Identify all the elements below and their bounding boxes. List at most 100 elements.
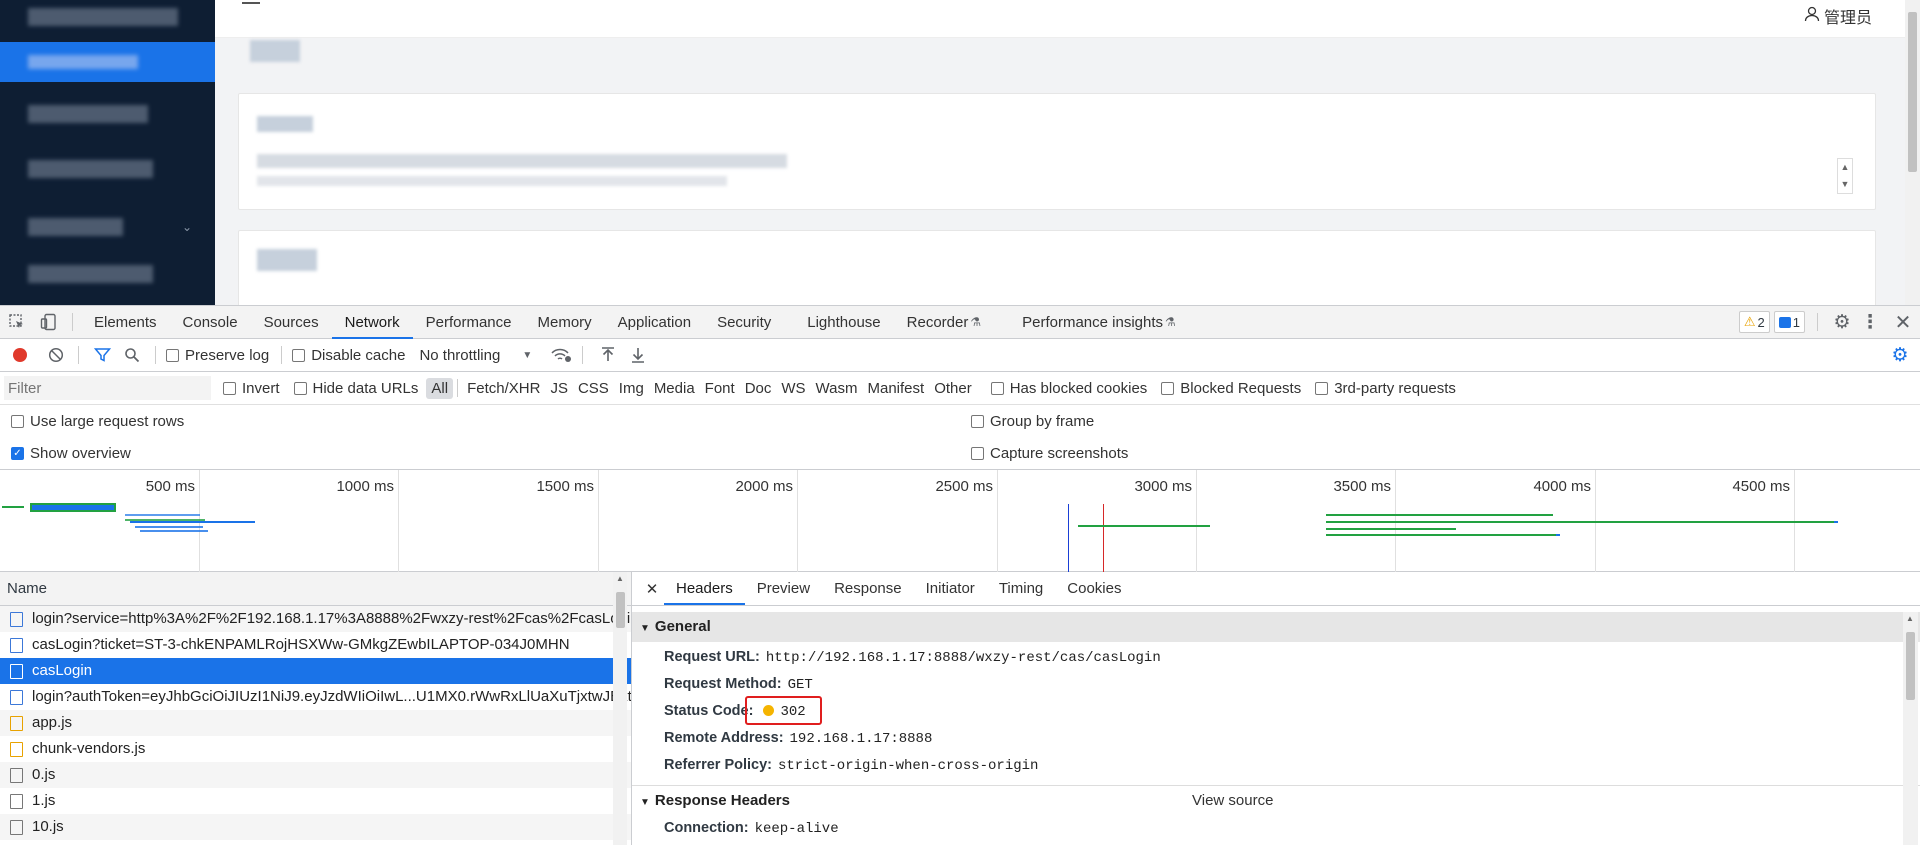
tab-performance[interactable]: Performance xyxy=(413,306,525,339)
blurred-tab[interactable] xyxy=(250,40,300,62)
request-row[interactable]: casLogin xyxy=(0,658,631,684)
tab-console[interactable]: Console xyxy=(170,306,251,339)
filter-type-font[interactable]: Font xyxy=(700,378,740,399)
request-row[interactable]: chunk-vendors.js xyxy=(0,736,631,762)
tab-initiator[interactable]: Initiator xyxy=(914,572,987,605)
checkbox-box[interactable] xyxy=(292,348,306,362)
messages-badge[interactable]: 1 xyxy=(1773,311,1805,333)
tab-security[interactable]: Security xyxy=(704,306,784,339)
details-scrollbar-thumb[interactable] xyxy=(1906,632,1915,700)
preserve-log-checkbox[interactable]: Preserve log xyxy=(166,347,269,364)
search-icon[interactable] xyxy=(121,347,143,363)
import-har-icon[interactable] xyxy=(597,347,619,363)
checkbox-box[interactable] xyxy=(990,381,1004,395)
sidebar-blurred-item[interactable] xyxy=(28,160,153,178)
checkbox-box[interactable] xyxy=(971,415,984,428)
tab-sources[interactable]: Sources xyxy=(251,306,332,339)
filter-type-css[interactable]: CSS xyxy=(573,378,614,399)
warnings-badge[interactable]: ⚠ 2 xyxy=(1738,311,1770,333)
throttling-select[interactable]: No throttling xyxy=(419,347,500,364)
response-headers-section-header[interactable]: ▼ Response Headers View source xyxy=(632,785,1920,815)
checkbox-box[interactable] xyxy=(166,348,179,362)
tab-elements[interactable]: Elements xyxy=(81,306,170,339)
request-row[interactable]: casLogin?ticket=ST-3-chkENPAMLRojHSXWw-G… xyxy=(0,632,631,658)
menu-toggle-icon[interactable] xyxy=(242,2,260,4)
page-scrollbar-thumb[interactable] xyxy=(1908,12,1917,172)
view-source-link[interactable]: View source xyxy=(1192,786,1273,816)
request-row[interactable]: login?service=http%3A%2F%2F192.168.1.17%… xyxy=(0,606,631,632)
request-list-scrollbar[interactable]: ▲ xyxy=(613,572,627,845)
tab-recorder[interactable]: Recorder xyxy=(894,306,971,339)
blocked-requests-checkbox[interactable]: Blocked Requests xyxy=(1161,380,1301,397)
tab-response[interactable]: Response xyxy=(822,572,914,605)
filter-type-wasm[interactable]: Wasm xyxy=(811,378,863,399)
group-by-frame-checkbox[interactable]: Group by frame xyxy=(971,413,1094,430)
details-scrollbar[interactable]: ▲ xyxy=(1903,612,1918,845)
dropdown-arrow-icon[interactable]: ▼ xyxy=(522,350,532,361)
show-overview-checkbox[interactable]: ✓ Show overview xyxy=(11,445,131,462)
filter-icon[interactable] xyxy=(91,347,113,363)
checkbox-box[interactable] xyxy=(1161,381,1175,395)
record-icon[interactable] xyxy=(10,348,30,362)
scroll-up-arrow-icon[interactable]: ▲ xyxy=(616,574,624,583)
request-row[interactable]: app.js xyxy=(0,710,631,736)
sidebar-blurred-item[interactable] xyxy=(28,265,153,283)
sidebar-blurred-item[interactable] xyxy=(28,105,148,123)
settings-gear-icon[interactable]: ⚙ xyxy=(1830,311,1854,334)
filter-type-other[interactable]: Other xyxy=(929,378,977,399)
filter-type-manifest[interactable]: Manifest xyxy=(863,378,930,399)
tab-preview[interactable]: Preview xyxy=(745,572,822,605)
network-conditions-icon[interactable] xyxy=(550,347,572,363)
invert-checkbox[interactable]: Invert xyxy=(223,380,280,397)
request-row[interactable]: 0.js xyxy=(0,762,631,788)
sidebar-blurred-item[interactable] xyxy=(28,8,178,26)
filter-type-js[interactable]: JS xyxy=(545,378,573,399)
request-list-scrollbar-thumb[interactable] xyxy=(616,592,625,628)
tab-timing[interactable]: Timing xyxy=(987,572,1055,605)
checkbox-box[interactable] xyxy=(293,381,307,395)
network-settings-gear-icon[interactable]: ⚙ xyxy=(1880,344,1920,367)
checkbox-checked-icon[interactable]: ✓ xyxy=(11,447,24,460)
checkbox-box[interactable] xyxy=(971,447,984,460)
stepper-control[interactable]: ▲ ▼ xyxy=(1837,158,1853,194)
filter-type-all[interactable]: All xyxy=(426,377,454,399)
close-devtools-icon[interactable]: ✕ xyxy=(1886,310,1920,335)
scroll-up-arrow-icon[interactable]: ▲ xyxy=(1906,614,1914,623)
capture-screenshots-checkbox[interactable]: Capture screenshots xyxy=(971,445,1128,462)
general-section-header[interactable]: ▼ General xyxy=(632,612,1920,642)
tab-network[interactable]: Network xyxy=(331,306,413,339)
has-blocked-cookies-checkbox[interactable]: Has blocked cookies xyxy=(990,380,1147,397)
tab-lighthouse[interactable]: Lighthouse xyxy=(794,306,893,339)
clear-icon[interactable] xyxy=(46,347,66,363)
filter-type-img[interactable]: Img xyxy=(614,378,649,399)
device-toolbar-icon[interactable] xyxy=(34,306,64,339)
checkbox-box[interactable] xyxy=(223,381,236,395)
large-request-rows-checkbox[interactable]: Use large request rows xyxy=(11,413,184,430)
network-overview-timeline[interactable]: 500 ms 1000 ms 1500 ms 2000 ms 2500 ms 3… xyxy=(0,470,1920,572)
disable-cache-checkbox[interactable]: Disable cache xyxy=(292,347,405,364)
request-row[interactable]: 1.js xyxy=(0,788,631,814)
page-scrollbar[interactable] xyxy=(1905,0,1920,305)
filter-type-ws[interactable]: WS xyxy=(776,378,810,399)
filter-input[interactable] xyxy=(4,376,211,400)
hide-data-urls-checkbox[interactable]: Hide data URLs xyxy=(293,380,418,397)
inspect-element-icon[interactable] xyxy=(0,306,34,339)
close-details-icon[interactable]: ✕ xyxy=(640,580,664,598)
tab-memory[interactable]: Memory xyxy=(525,306,605,339)
checkbox-box[interactable] xyxy=(1315,381,1329,395)
filter-type-fetch-xhr[interactable]: Fetch/XHR xyxy=(462,378,545,399)
filter-type-media[interactable]: Media xyxy=(649,378,700,399)
export-har-icon[interactable] xyxy=(627,347,649,363)
sidebar-blurred-item[interactable] xyxy=(28,218,123,236)
filter-type-doc[interactable]: Doc xyxy=(740,378,777,399)
third-party-requests-checkbox[interactable]: 3rd-party requests xyxy=(1315,380,1456,397)
tab-performance-insights[interactable]: Performance insights xyxy=(1009,306,1165,339)
request-row[interactable]: 10.js xyxy=(0,814,631,840)
tab-headers[interactable]: Headers xyxy=(664,572,745,605)
checkbox-box[interactable] xyxy=(11,415,24,428)
tab-application[interactable]: Application xyxy=(605,306,704,339)
name-column-header[interactable]: Name xyxy=(0,572,631,606)
request-row[interactable]: login?authToken=eyJhbGciOiJIUzI1NiJ9.eyJ… xyxy=(0,684,631,710)
tab-cookies[interactable]: Cookies xyxy=(1055,572,1133,605)
more-options-icon[interactable]: ⋮ xyxy=(1854,311,1886,334)
